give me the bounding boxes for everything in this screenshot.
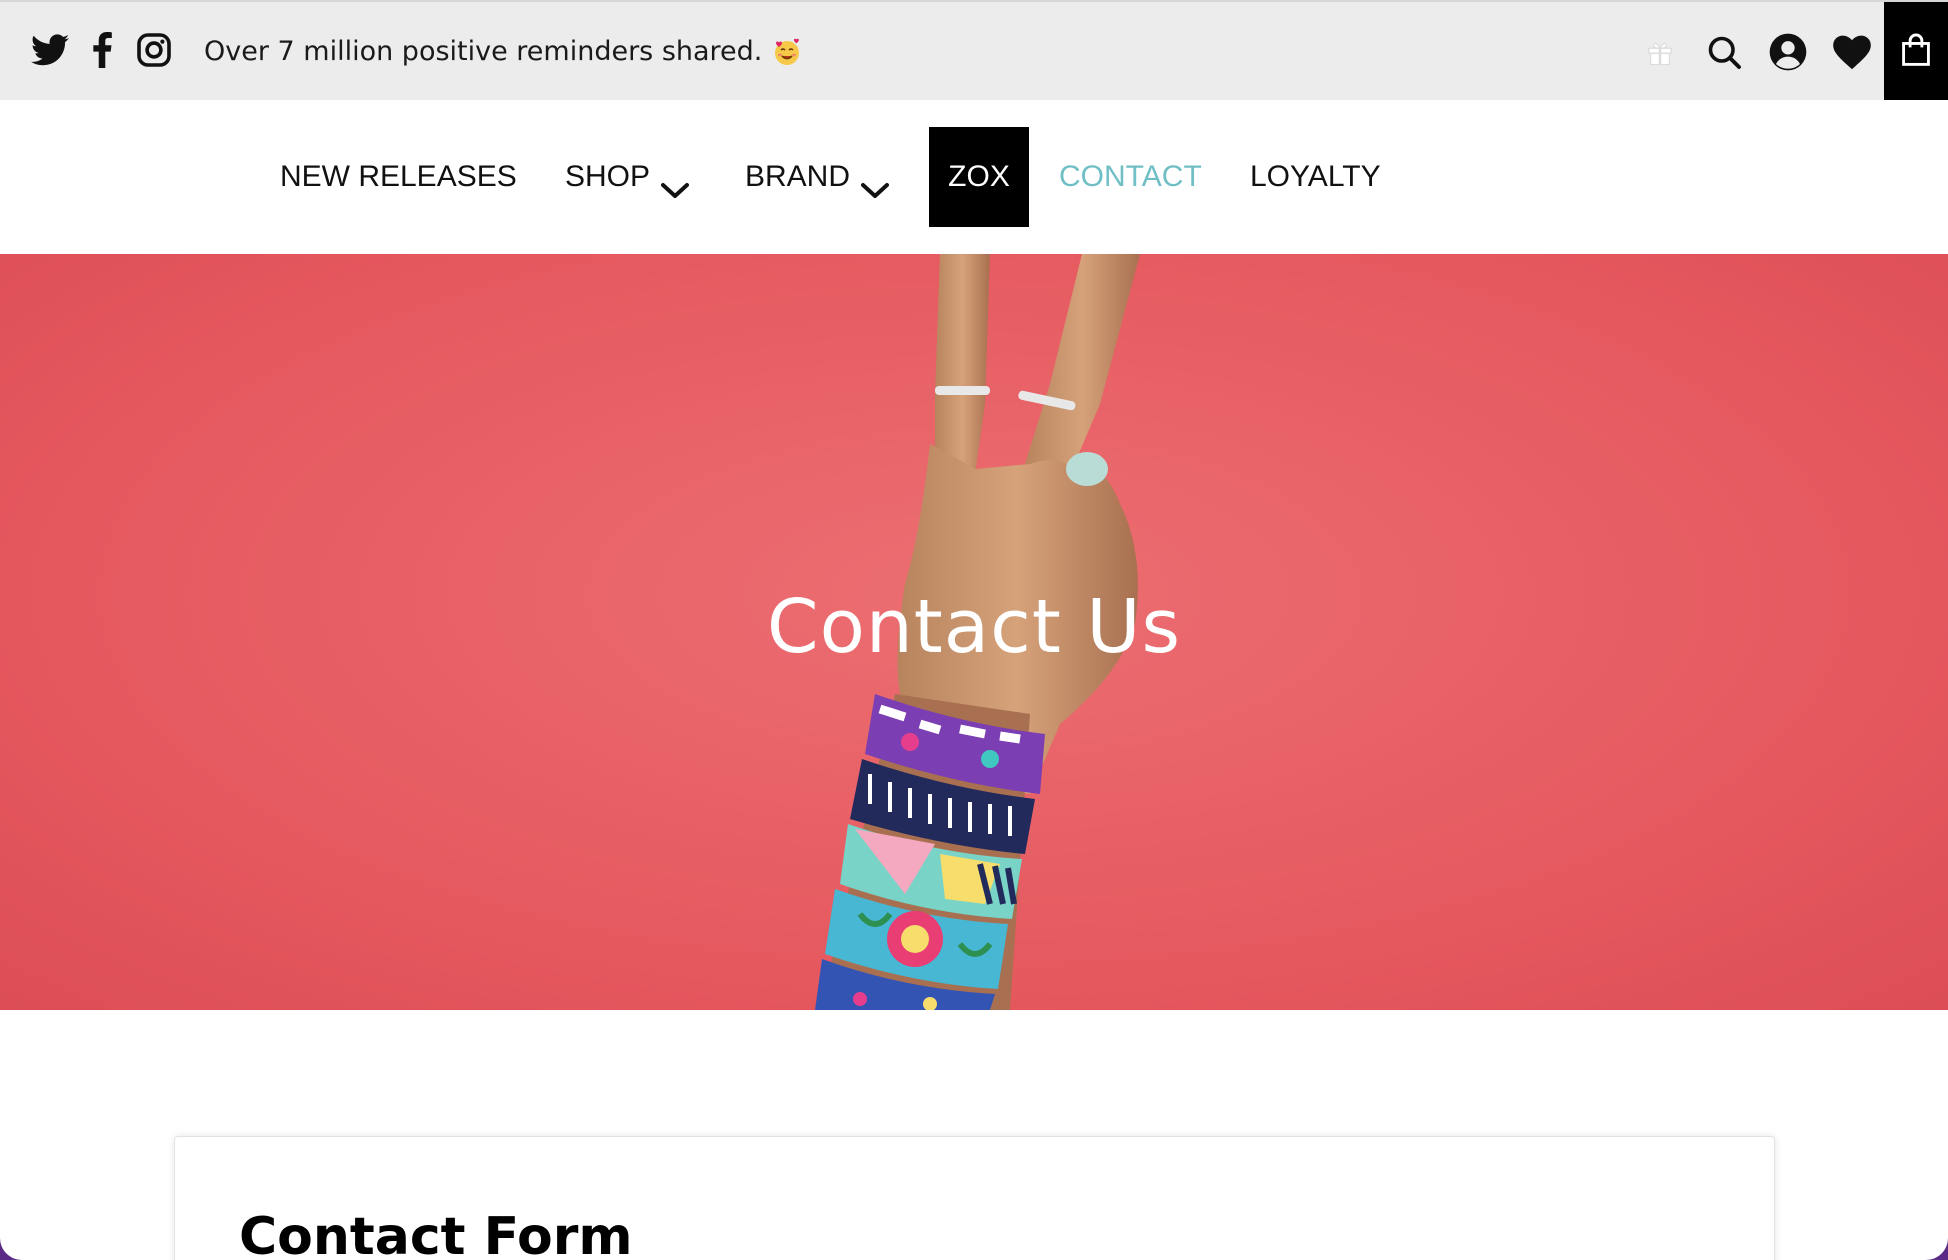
nav-zox-label: ZOX (948, 160, 1010, 193)
chevron-down-icon (860, 167, 890, 198)
nav-loyalty-label: LOYALTY (1250, 160, 1381, 193)
nav-zox[interactable]: ZOX (929, 127, 1029, 227)
account-icon[interactable] (1766, 30, 1810, 74)
nav-contact-label: CONTACT (1059, 160, 1202, 193)
hero-title: Contact Us (766, 584, 1182, 670)
contact-form-card: Contact Form (174, 1136, 1775, 1260)
nav-loyalty[interactable]: LOYALTY (1250, 152, 1381, 202)
social-links (28, 28, 176, 72)
nav-shop-label: SHOP (565, 160, 651, 193)
wishlist-heart-icon[interactable] (1830, 30, 1874, 74)
nav-new-releases-label: NEW RELEASES (280, 160, 517, 193)
announcement-text-wrap: Over 7 million positive reminders shared… (204, 32, 802, 72)
cart-button[interactable] (1884, 2, 1948, 102)
nav-new-releases[interactable]: NEW RELEASES (280, 152, 517, 202)
instagram-icon[interactable] (132, 28, 176, 72)
gift-icon[interactable] (1638, 30, 1682, 74)
page: Over 7 million positive reminders shared… (0, 0, 1948, 1260)
nav-brand-label: BRAND (745, 160, 851, 193)
chevron-down-icon (660, 167, 690, 198)
hero-banner: Contact Us (0, 254, 1948, 1010)
announcement-bar: Over 7 million positive reminders shared… (0, 0, 1948, 102)
main-nav: NEW RELEASES SHOP BRAND ZOX CONTACT LOYA… (0, 100, 1948, 254)
nav-shop[interactable]: SHOP (565, 152, 690, 202)
nav-contact[interactable]: CONTACT (1059, 152, 1202, 202)
nav-brand[interactable]: BRAND (745, 152, 890, 202)
search-icon[interactable] (1702, 30, 1746, 74)
twitter-icon[interactable] (28, 28, 72, 72)
shopping-bag-icon (1900, 33, 1932, 72)
announcement-text: Over 7 million positive reminders shared… (204, 36, 763, 67)
smiling-hearts-emoji-icon (772, 37, 802, 67)
contact-form-title: Contact Form (239, 1207, 633, 1260)
facebook-icon[interactable] (80, 28, 124, 72)
